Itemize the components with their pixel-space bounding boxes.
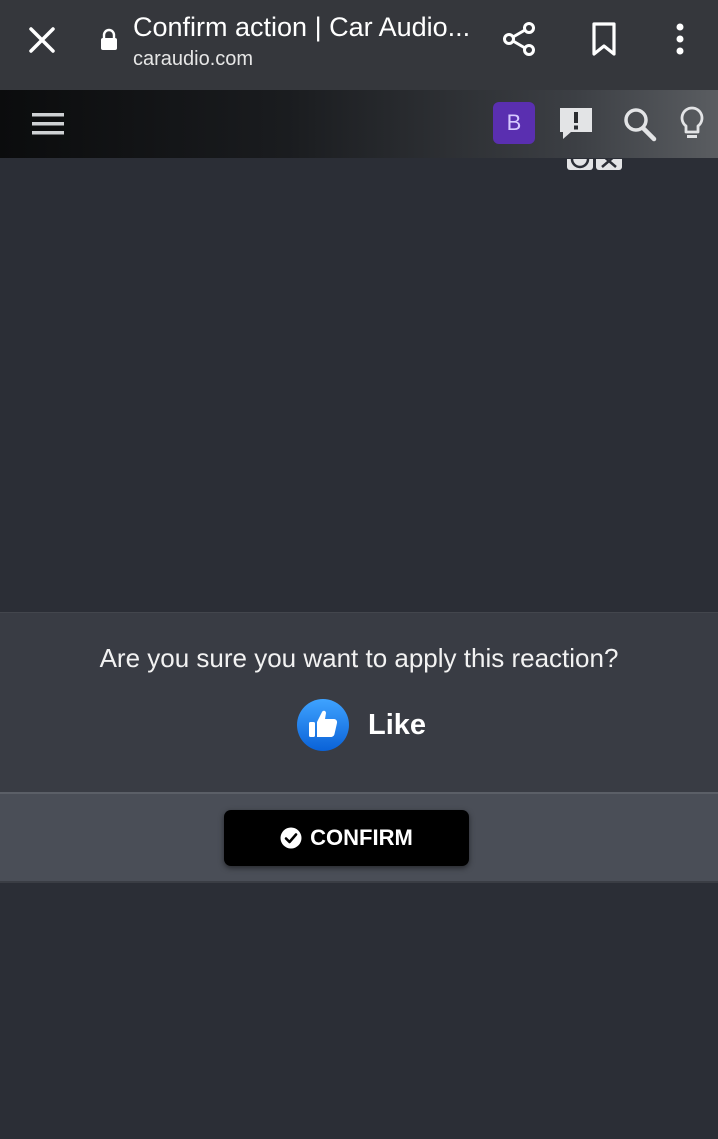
confirm-dialog: Are you sure you want to apply this reac… — [0, 612, 718, 792]
hidden-icons-peek — [566, 158, 624, 170]
lock-icon — [97, 28, 121, 52]
search-icon — [624, 108, 657, 142]
search-button[interactable] — [621, 104, 659, 144]
more-vert-icon — [676, 23, 684, 55]
avatar[interactable]: B — [493, 102, 535, 144]
dialog-footer: CONFIRM — [0, 792, 718, 883]
alert-icon — [560, 108, 592, 139]
whats-new-button[interactable] — [676, 104, 708, 144]
hamburger-menu-icon — [32, 113, 64, 135]
bookmark-button[interactable] — [585, 19, 625, 59]
reaction-label: Like — [368, 708, 427, 741]
lightbulb-icon — [680, 106, 704, 138]
alerts-button[interactable] — [557, 104, 595, 144]
share-icon — [503, 22, 535, 56]
confirm-button[interactable]: CONFIRM — [224, 810, 469, 866]
page-url[interactable]: caraudio.com — [133, 46, 253, 72]
close-icon — [29, 27, 55, 53]
confirm-label: CONFIRM — [310, 825, 413, 850]
browser-toolbar: Confirm action | Car Audio... caraudio.c… — [0, 0, 718, 90]
page-title: Confirm action | Car Audio... — [133, 12, 471, 42]
share-button[interactable] — [500, 19, 540, 59]
check-circle-icon — [280, 827, 302, 849]
confirm-question: Are you sure you want to apply this reac… — [99, 643, 619, 673]
more-options-button[interactable] — [662, 19, 698, 59]
site-header: B — [0, 90, 718, 158]
menu-button[interactable] — [30, 108, 66, 140]
thumbs-up-icon — [297, 699, 349, 751]
close-tab-button[interactable] — [22, 20, 62, 60]
reaction-preview: Like — [296, 698, 426, 752]
bookmark-icon — [592, 22, 616, 56]
